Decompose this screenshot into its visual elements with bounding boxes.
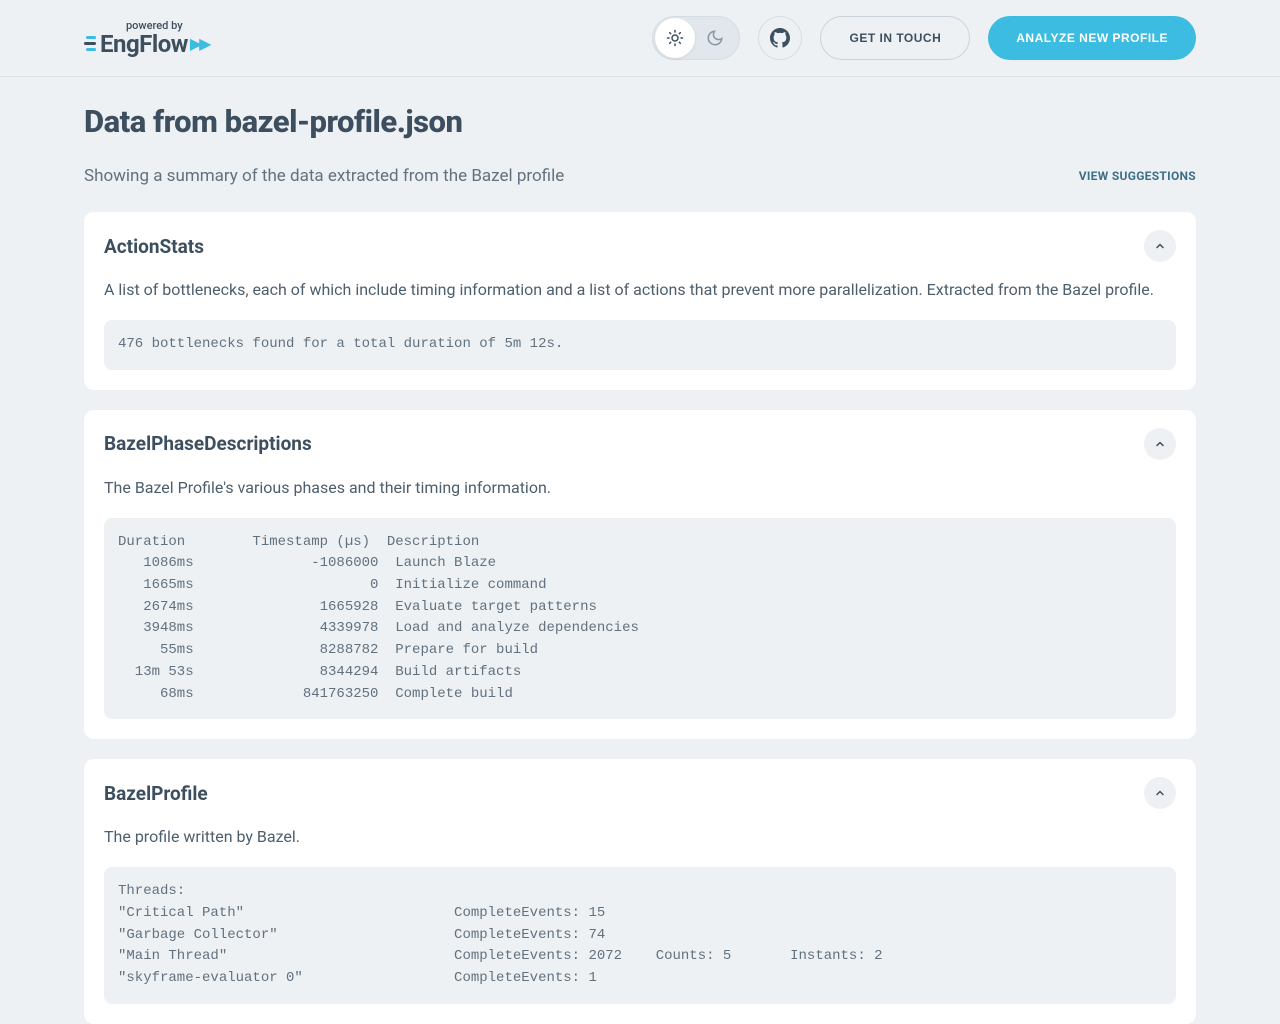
analyze-new-profile-button[interactable]: ANALYZE NEW PROFILE [988,16,1196,60]
logo-text: EngFlow [100,30,188,58]
logo[interactable]: EngFlow ▶▶ [84,30,208,58]
phases-content: Duration Timestamp (µs) Description 1086… [104,518,1176,720]
card-header: BazelProfile [104,777,1176,809]
page-subtitle: Showing a summary of the data extracted … [84,166,564,186]
view-suggestions-link[interactable]: VIEW SUGGESTIONS [1079,169,1196,183]
card-header: ActionStats [104,230,1176,262]
subtitle-row: Showing a summary of the data extracted … [84,166,1196,186]
bazelphasedescriptions-card: BazelPhaseDescriptions The Bazel Profile… [84,410,1196,740]
engflow-logo-icon [84,36,96,51]
main-container: Data from bazel-profile.json Showing a s… [0,77,1280,1024]
sun-icon [666,29,684,47]
chevron-up-icon [1154,787,1166,799]
collapse-button[interactable] [1144,777,1176,809]
actionstats-title: ActionStats [104,235,204,258]
chevron-up-icon [1154,240,1166,252]
phases-desc: The Bazel Profile's various phases and t… [104,476,1176,500]
page-title: Data from bazel-profile.json [84,103,1196,140]
get-in-touch-button[interactable]: GET IN TOUCH [820,16,970,60]
phases-title: BazelPhaseDescriptions [104,432,312,455]
profile-content: Threads: "Critical Path" CompleteEvents:… [104,867,1176,1003]
github-icon [770,28,790,48]
chevron-up-icon [1154,438,1166,450]
actionstats-desc: A list of bottlenecks, each of which inc… [104,278,1176,302]
theme-toggle[interactable] [652,16,740,60]
github-button[interactable] [758,16,802,60]
collapse-button[interactable] [1144,230,1176,262]
logo-arrows-icon: ▶▶ [190,34,209,53]
logo-area: powered by EngFlow ▶▶ [84,19,208,58]
profile-desc: The profile written by Bazel. [104,825,1176,849]
collapse-button[interactable] [1144,428,1176,460]
bazelprofile-card: BazelProfile The profile written by Baze… [84,759,1196,1023]
dark-mode-option[interactable] [695,18,735,58]
header-actions: GET IN TOUCH ANALYZE NEW PROFILE [652,16,1196,60]
actionstats-content: 476 bottlenecks found for a total durati… [104,320,1176,370]
moon-icon [706,29,724,47]
light-mode-option[interactable] [655,18,695,58]
actionstats-card: ActionStats A list of bottlenecks, each … [84,212,1196,390]
card-header: BazelPhaseDescriptions [104,428,1176,460]
profile-title: BazelProfile [104,782,208,805]
header: powered by EngFlow ▶▶ [0,0,1280,77]
